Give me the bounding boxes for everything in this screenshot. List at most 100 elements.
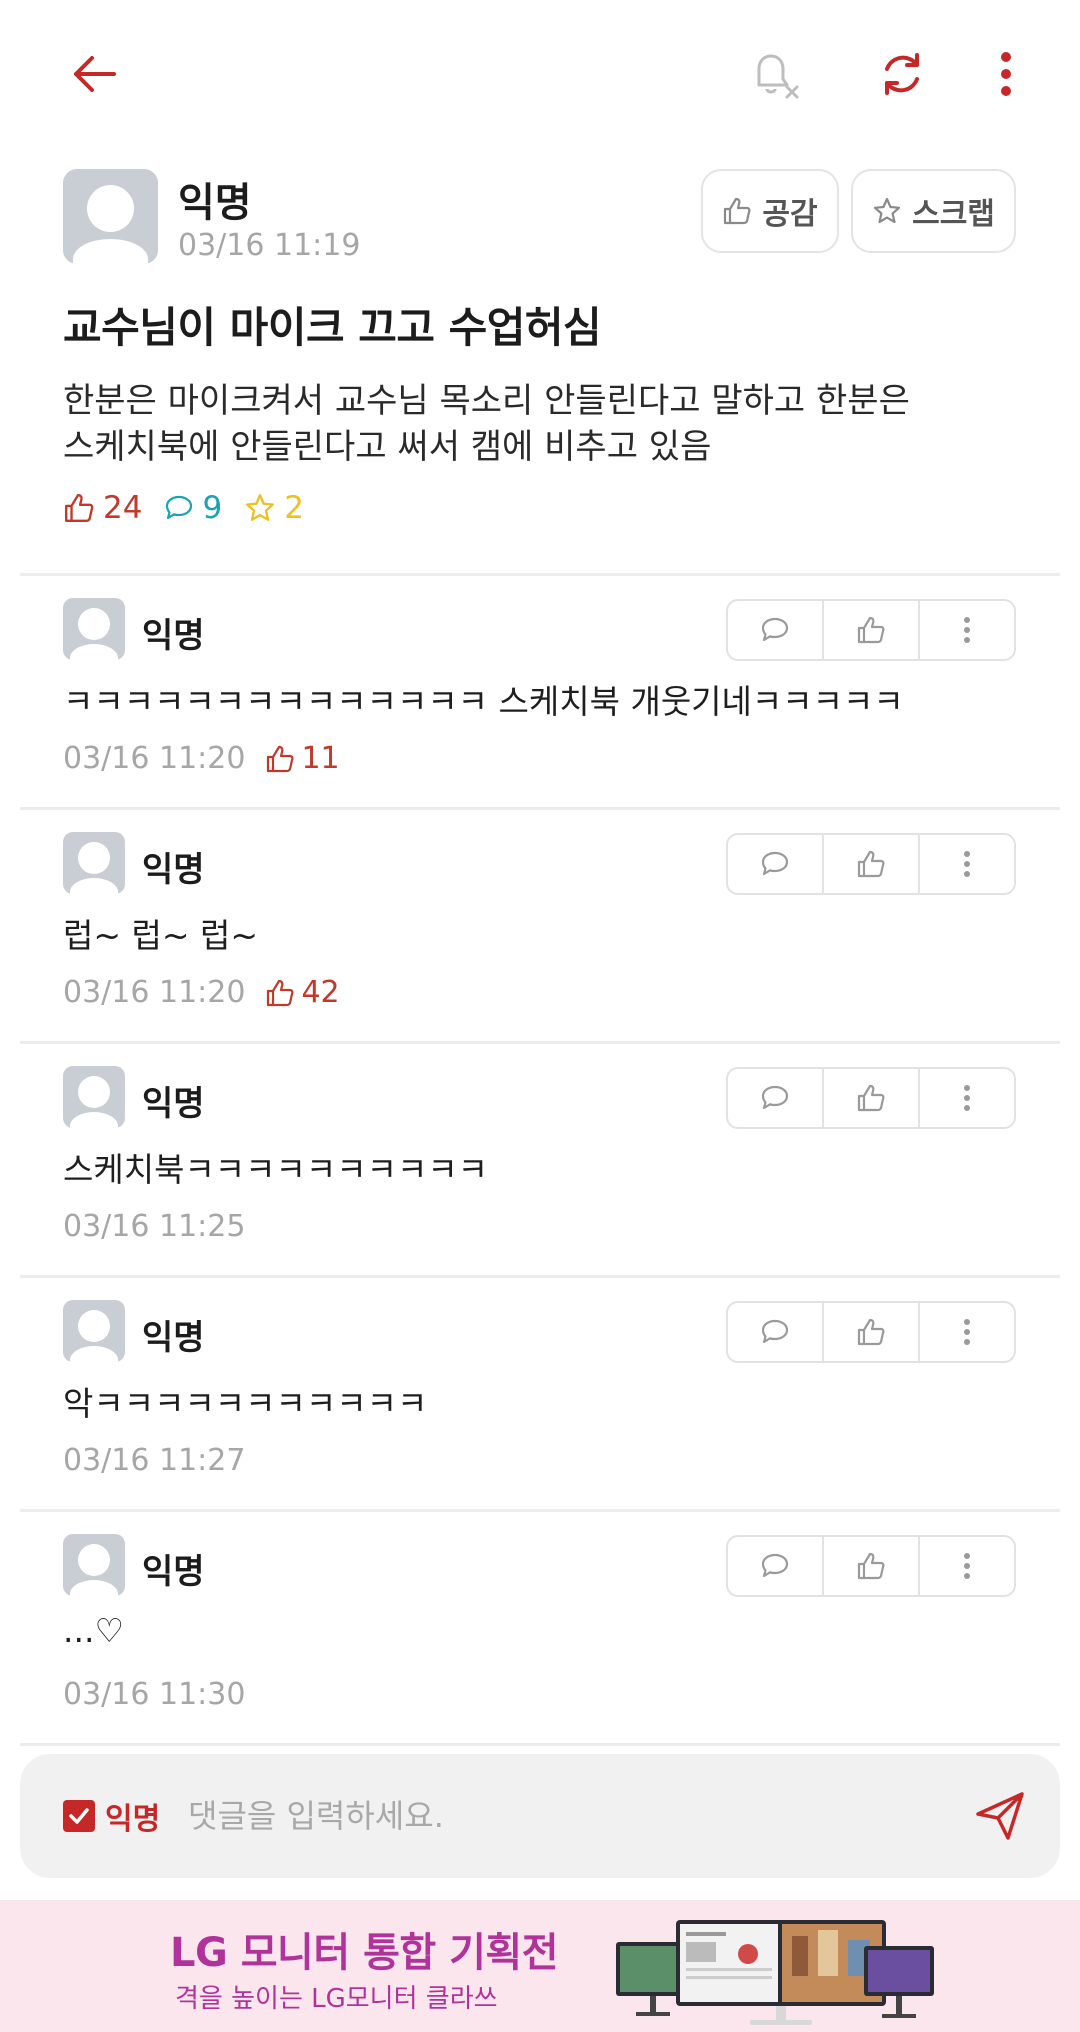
monitor-product-image bbox=[616, 1920, 934, 2025]
divider bbox=[20, 1275, 1060, 1278]
like-count-value: 24 bbox=[103, 490, 143, 526]
refresh-button[interactable] bbox=[862, 38, 942, 110]
comment-author-name: 익명 bbox=[142, 1318, 205, 1358]
more-vertical-icon bbox=[1001, 52, 1011, 96]
reply-button[interactable] bbox=[728, 601, 824, 659]
comment-action-group bbox=[726, 833, 1016, 895]
divider bbox=[20, 807, 1060, 810]
send-button[interactable] bbox=[970, 1786, 1030, 1846]
comment-like-count: 11 bbox=[265, 741, 340, 776]
bell-off-icon bbox=[757, 54, 799, 99]
comment-text: 럽~ 럽~ 럽~ bbox=[63, 916, 259, 955]
star-icon bbox=[873, 197, 901, 224]
more-vertical-icon bbox=[964, 1553, 970, 1579]
thumbs-up-icon bbox=[267, 745, 294, 772]
thumbs-up-icon bbox=[857, 1318, 885, 1346]
thumbs-up-icon bbox=[857, 1552, 885, 1580]
comment-input-bar: 익명 bbox=[20, 1754, 1060, 1878]
comment-meta: 03/16 11:30 bbox=[63, 1677, 245, 1712]
more-options-button[interactable] bbox=[976, 38, 1036, 110]
arrow-left-icon bbox=[74, 56, 116, 92]
comment-timestamp: 03/16 11:30 bbox=[63, 1677, 246, 1712]
refresh-icon bbox=[885, 53, 919, 95]
comment-text: ...♡ bbox=[63, 1611, 125, 1650]
reply-button[interactable] bbox=[728, 1069, 824, 1127]
reply-button[interactable] bbox=[728, 835, 824, 893]
send-icon bbox=[976, 1792, 1024, 1840]
comment-timestamp: 03/16 11:25 bbox=[63, 1209, 246, 1244]
comment-meta: 03/16 11:20 11 bbox=[63, 741, 340, 776]
comment-action-group bbox=[726, 1535, 1016, 1597]
thumbs-up-icon bbox=[857, 1084, 885, 1112]
comment-like-button[interactable] bbox=[824, 835, 920, 893]
comment-author-avatar bbox=[63, 598, 125, 660]
more-vertical-icon bbox=[964, 617, 970, 643]
comment-meta: 03/16 11:20 42 bbox=[63, 975, 340, 1010]
comment-more-button[interactable] bbox=[920, 1303, 1014, 1361]
more-vertical-icon bbox=[964, 1319, 970, 1345]
post-like-label: 공감 bbox=[762, 197, 818, 232]
divider bbox=[20, 1041, 1060, 1044]
comment-like-button[interactable] bbox=[824, 1303, 920, 1361]
comment-author-name: 익명 bbox=[142, 850, 205, 890]
reply-button[interactable] bbox=[728, 1303, 824, 1361]
back-button[interactable] bbox=[52, 38, 136, 110]
divider bbox=[20, 1509, 1060, 1512]
comment-text: 악ㅋㅋㅋㅋㅋㅋㅋㅋㅋㅋㅋ bbox=[63, 1384, 428, 1423]
scrap-count-value: 2 bbox=[284, 490, 304, 526]
post-scrap-button[interactable]: 스크랩 bbox=[851, 169, 1016, 253]
notification-toggle-button[interactable] bbox=[736, 38, 816, 110]
post-body: 한분은 마이크켜서 교수님 목소리 안들린다고 말하고 한분은 스케치북에 안들… bbox=[63, 378, 1023, 470]
reply-button[interactable] bbox=[728, 1537, 824, 1595]
comment-author-avatar bbox=[63, 1066, 125, 1128]
comment-meta: 03/16 11:27 bbox=[63, 1443, 245, 1478]
comment-like-value: 42 bbox=[301, 975, 340, 1010]
comment-more-button[interactable] bbox=[920, 835, 1014, 893]
comment-action-group bbox=[726, 1301, 1016, 1363]
post-like-count: 24 bbox=[63, 490, 142, 526]
comment-bubble-icon bbox=[761, 1553, 789, 1578]
post-stats: 24 9 2 bbox=[63, 490, 326, 526]
comment-meta: 03/16 11:25 bbox=[63, 1209, 245, 1244]
comment-text: 스케치북ㅋㅋㅋㅋㅋㅋㅋㅋㅋㅋ bbox=[63, 1150, 489, 1189]
comment-like-value: 11 bbox=[301, 741, 340, 776]
anonymous-checkbox[interactable] bbox=[63, 1800, 95, 1832]
post-scrap-label: 스크랩 bbox=[912, 197, 995, 232]
comment-bubble-icon bbox=[761, 851, 789, 876]
post-author-avatar bbox=[63, 169, 158, 264]
post-timestamp: 03/16 11:19 bbox=[178, 228, 361, 263]
divider bbox=[20, 573, 1060, 576]
anonymous-label[interactable]: 익명 bbox=[105, 1794, 160, 1838]
comment-like-button[interactable] bbox=[824, 1537, 920, 1595]
more-vertical-icon bbox=[964, 1085, 970, 1111]
comment-count-value: 9 bbox=[202, 490, 223, 526]
comment-bubble-icon bbox=[166, 495, 193, 520]
comment-input[interactable] bbox=[188, 1784, 948, 1848]
post-body-line: 한분은 마이크켜서 교수님 목소리 안들린다고 말하고 한분은 bbox=[63, 381, 910, 421]
thumbs-up-icon bbox=[65, 494, 94, 522]
post-comment-count: 9 bbox=[164, 490, 222, 526]
comment-bubble-icon bbox=[761, 1319, 789, 1344]
comment-timestamp: 03/16 11:20 bbox=[63, 975, 246, 1010]
post-like-button[interactable]: 공감 bbox=[701, 169, 839, 253]
thumbs-up-icon bbox=[857, 850, 885, 878]
comment-author-avatar bbox=[63, 1534, 125, 1596]
comment-like-button[interactable] bbox=[824, 601, 920, 659]
divider bbox=[20, 1743, 1060, 1746]
post-body-line: 스케치북에 안들린다고 써서 캠에 비추고 있음 bbox=[63, 427, 712, 467]
comment-more-button[interactable] bbox=[920, 1537, 1014, 1595]
comment-like-count: 42 bbox=[265, 975, 340, 1010]
check-icon bbox=[69, 1808, 89, 1824]
ad-title: LG 모니터 통합 기획전 bbox=[170, 1930, 559, 1976]
thumbs-up-icon bbox=[724, 197, 751, 225]
comment-more-button[interactable] bbox=[920, 1069, 1014, 1127]
comment-timestamp: 03/16 11:20 bbox=[63, 741, 246, 776]
comment-timestamp: 03/16 11:27 bbox=[63, 1443, 246, 1478]
ad-banner[interactable]: LG 모니터 통합 기획전 격을 높이는 LG모니터 클라쓰 bbox=[0, 1900, 1080, 2032]
post-title: 교수님이 마이크 끄고 수업허심 bbox=[63, 303, 602, 352]
comment-author-name: 익명 bbox=[142, 1084, 205, 1124]
comment-bubble-icon bbox=[761, 617, 789, 642]
comment-like-button[interactable] bbox=[824, 1069, 920, 1127]
comment-action-group bbox=[726, 599, 1016, 661]
comment-more-button[interactable] bbox=[920, 601, 1014, 659]
